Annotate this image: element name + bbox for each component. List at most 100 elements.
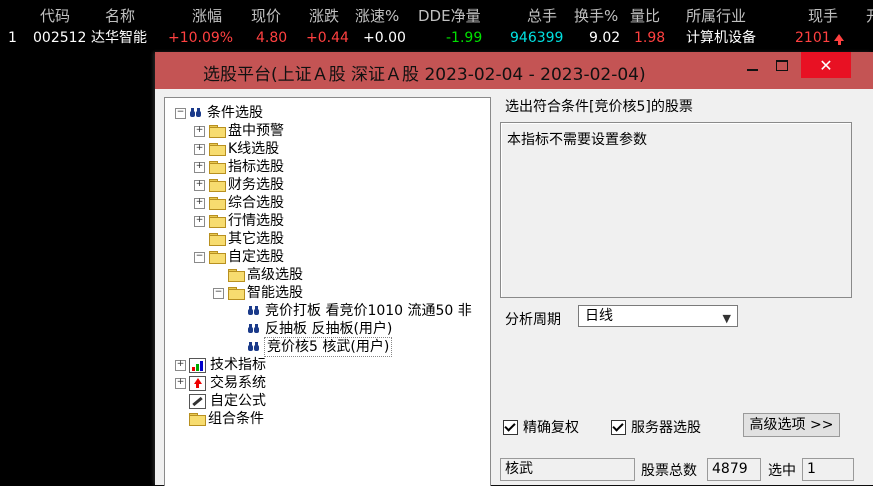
- col-extra[interactable]: 开: [866, 6, 873, 26]
- period-label: 分析周期: [505, 312, 561, 328]
- tree-item-custom[interactable]: 自定选股: [209, 248, 284, 266]
- folder-icon: [228, 269, 245, 282]
- minimize-button[interactable]: [738, 52, 766, 78]
- tree-item-label: 反抽板 反抽板(用户): [265, 321, 393, 337]
- tree-root-label: 条件选股: [207, 105, 263, 121]
- tree-item-other[interactable]: 其它选股: [209, 230, 284, 248]
- col-change-pct[interactable]: 涨幅: [192, 6, 222, 26]
- col-change[interactable]: 涨跌: [309, 6, 339, 26]
- tree-item-smart[interactable]: 智能选股: [228, 284, 303, 302]
- tree-item-tech-indicator[interactable]: 技术指标: [189, 356, 266, 374]
- col-turnover[interactable]: 换手%: [574, 6, 618, 26]
- condition-tree[interactable]: − 条件选股 + 盘中预警 + K线选股 + 指标选股 + 财务选股 + 综合选…: [164, 97, 491, 486]
- row-dde: -1.99: [446, 30, 483, 46]
- row-change-pct: +10.09%: [168, 30, 234, 46]
- tree-formula-auction-core5[interactable]: 竞价核5 核武(用户): [247, 337, 393, 357]
- tree-item-label: 综合选股: [228, 195, 284, 211]
- row-current-vol-value: 2101: [795, 30, 831, 46]
- tree-item-trading-system[interactable]: 交易系统: [189, 374, 266, 392]
- col-volume[interactable]: 总手: [527, 6, 557, 26]
- result-label: 选出符合条件[竞价核5]的股票: [505, 99, 693, 115]
- total-stocks-label: 股票总数: [641, 463, 697, 479]
- tree-formula-rebound-board[interactable]: 反抽板 反抽板(用户): [247, 320, 392, 338]
- col-current-vol[interactable]: 现手: [808, 6, 838, 26]
- folder-icon: [209, 125, 226, 138]
- maximize-button[interactable]: [768, 52, 796, 78]
- tree-formula-auction-board[interactable]: 竞价打板 看竞价1010 流通50 非: [247, 302, 472, 320]
- tree-item-label: 智能选股: [247, 285, 303, 301]
- total-stocks-field: 4879: [707, 458, 761, 481]
- col-dde[interactable]: DDE净量: [418, 6, 481, 26]
- collapse-toggle-custom[interactable]: −: [194, 252, 205, 263]
- expand-toggle-trade[interactable]: +: [175, 378, 186, 389]
- description-box: 本指标不需要设置参数: [500, 122, 852, 298]
- close-button[interactable]: ✕: [801, 52, 851, 78]
- row-speed: +0.00: [363, 30, 406, 46]
- col-name[interactable]: 名称: [105, 6, 135, 26]
- tree-item-label: 指标选股: [228, 159, 284, 175]
- row-volume: 946399: [510, 30, 564, 46]
- checkbox-checked-icon: [503, 419, 518, 435]
- period-select[interactable]: 日线 ▼: [578, 305, 738, 327]
- col-code[interactable]: 代码: [40, 6, 70, 26]
- tree-item-custom-formula[interactable]: 自定公式: [189, 392, 266, 410]
- tree-item-financial[interactable]: 财务选股: [209, 176, 284, 194]
- tree-item-combo-condition[interactable]: 组合条件: [189, 410, 264, 428]
- row-turnover: 9.02: [589, 30, 621, 46]
- row-vol-ratio: 1.98: [634, 30, 666, 46]
- tree-item-market[interactable]: 行情选股: [209, 212, 284, 230]
- root-collapse-toggle[interactable]: −: [175, 108, 186, 119]
- expand-toggle-6[interactable]: +: [194, 216, 205, 227]
- expand-toggle-2[interactable]: +: [194, 144, 205, 155]
- stock-row[interactable]: 1 002512 达华智能 +10.09% 4.80 +0.44 +0.00 -…: [0, 28, 873, 48]
- expand-toggle-5[interactable]: +: [194, 198, 205, 209]
- col-speed[interactable]: 涨速%: [355, 6, 399, 26]
- tree-item-label: 行情选股: [228, 213, 284, 229]
- exact-adjust-checkbox[interactable]: 精确复权: [503, 417, 579, 437]
- row-change: +0.44: [306, 30, 349, 46]
- tree-root-condition[interactable]: 条件选股: [189, 104, 263, 122]
- advanced-options-button[interactable]: 高级选项 >>: [743, 413, 840, 437]
- pen-icon: [189, 393, 206, 409]
- dialog-titlebar[interactable]: 选股平台(上证Ａ股 深证Ａ股 2023-02-04 - 2023-02-04) …: [155, 52, 873, 89]
- col-price[interactable]: 现价: [251, 6, 281, 26]
- tree-item-advanced[interactable]: 高级选股: [228, 266, 303, 284]
- folder-icon: [209, 215, 226, 228]
- folder-icon: [209, 161, 226, 174]
- tree-item-indicator[interactable]: 指标选股: [209, 158, 284, 176]
- folder-icon: [228, 287, 245, 300]
- row-code: 002512: [33, 30, 87, 46]
- stock-picker-dialog: 选股平台(上证Ａ股 深证Ａ股 2023-02-04 - 2023-02-04) …: [155, 52, 873, 486]
- tree-item-label: 财务选股: [228, 177, 284, 193]
- col-vol-ratio[interactable]: 量比: [630, 6, 660, 26]
- server-pick-checkbox[interactable]: 服务器选股: [611, 417, 701, 437]
- row-industry: 计算机设备: [686, 30, 756, 46]
- tree-item-label: 竞价打板 看竞价1010 流通50 非: [265, 303, 472, 319]
- trade-arrow-icon: [189, 375, 206, 391]
- folder-icon: [189, 413, 206, 426]
- expand-toggle-3[interactable]: +: [194, 162, 205, 173]
- close-icon: ✕: [819, 55, 833, 75]
- tree-item-kline[interactable]: K线选股: [209, 140, 279, 158]
- expand-toggle-1[interactable]: +: [194, 126, 205, 137]
- stock-list-header: 代码 名称 涨幅 现价 涨跌 涨速% DDE净量 总手 换手% 量比 所属行业 …: [0, 0, 873, 28]
- binoculars-icon: [189, 107, 203, 119]
- tree-item-intraday-alert[interactable]: 盘中预警: [209, 122, 284, 140]
- binoculars-icon: [247, 305, 261, 317]
- tree-item-label: 交易系统: [210, 375, 266, 391]
- tree-item-label: K线选股: [228, 141, 280, 157]
- exact-adjust-label: 精确复权: [523, 420, 579, 436]
- folder-icon: [209, 179, 226, 192]
- maximize-icon: [776, 59, 788, 71]
- selected-count-field: 1: [802, 458, 854, 481]
- chevron-down-icon: ▼: [722, 312, 731, 325]
- binoculars-icon: [247, 323, 261, 335]
- collapse-toggle-smart[interactable]: −: [213, 288, 224, 299]
- tree-item-label: 自定选股: [228, 249, 284, 265]
- period-value: 日线: [585, 308, 613, 324]
- description-text: 本指标不需要设置参数: [507, 132, 647, 148]
- col-industry[interactable]: 所属行业: [686, 6, 746, 26]
- expand-toggle-4[interactable]: +: [194, 180, 205, 191]
- expand-toggle-tech[interactable]: +: [175, 360, 186, 371]
- tree-item-composite[interactable]: 综合选股: [209, 194, 284, 212]
